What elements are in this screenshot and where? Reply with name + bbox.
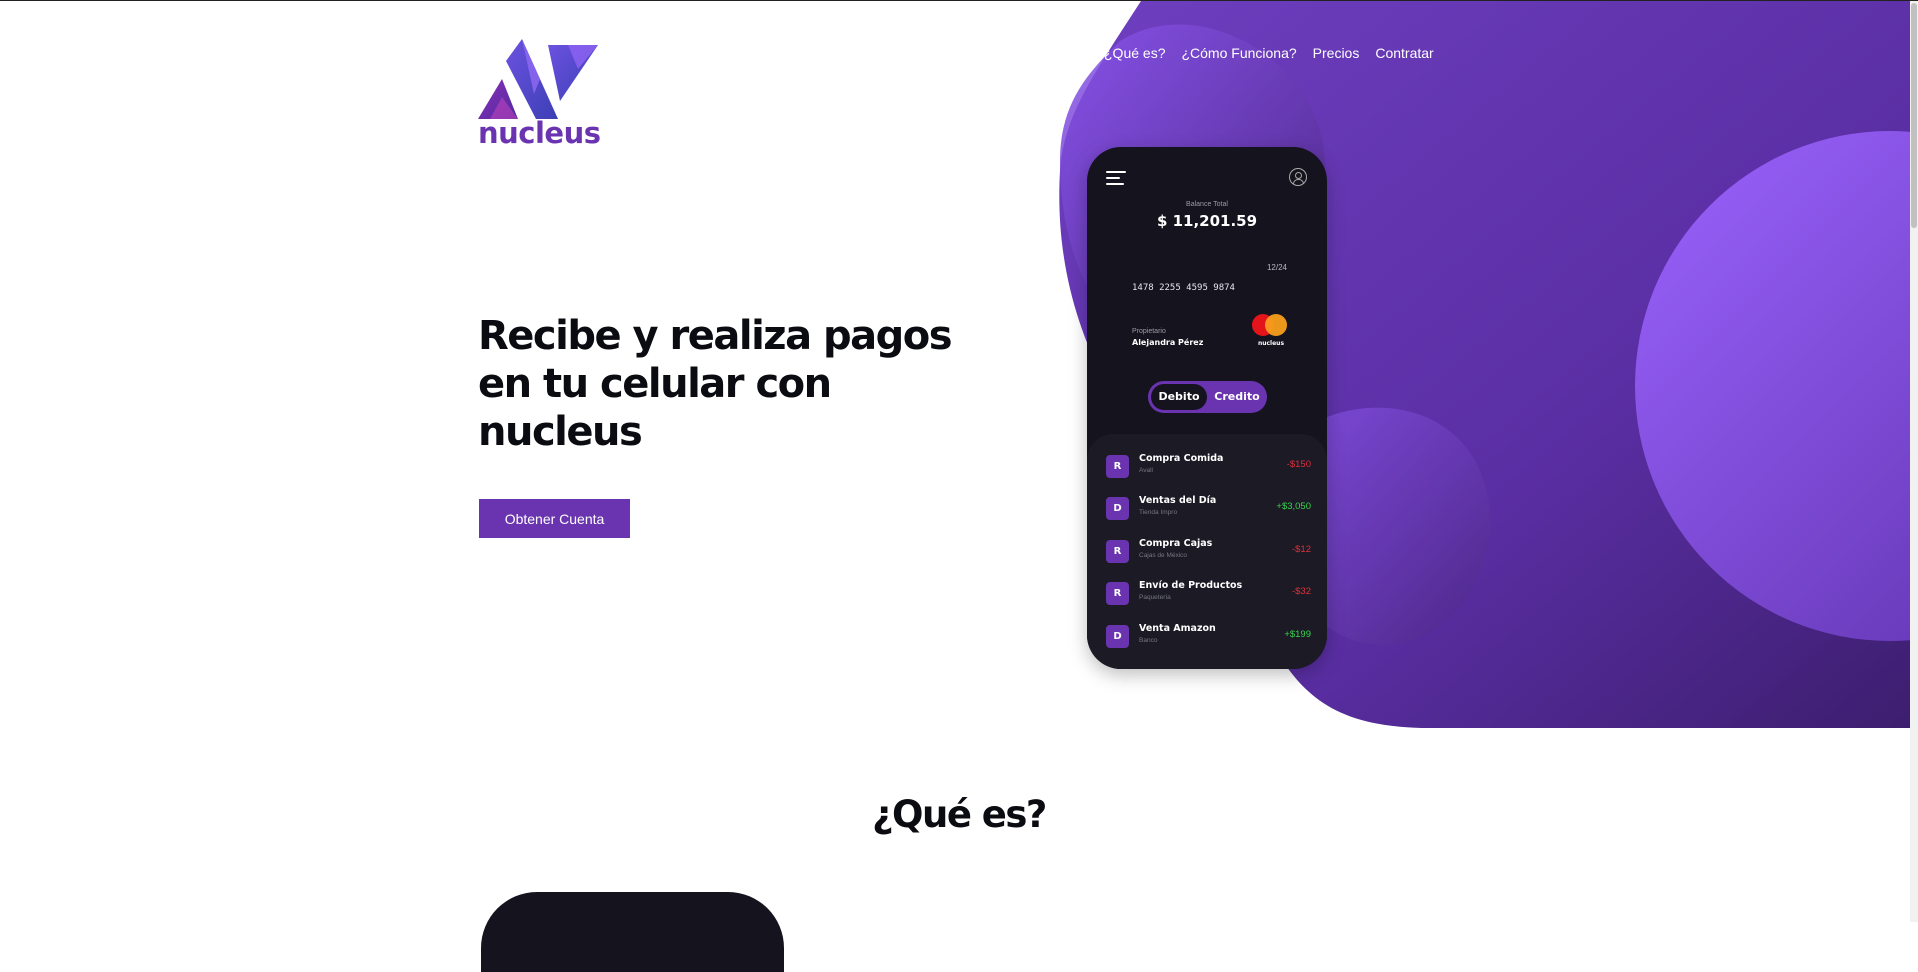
transaction-amount: -$150 (1286, 459, 1311, 470)
nav-item-precios[interactable]: Precios (1313, 45, 1360, 61)
bottom-device-preview (481, 892, 784, 972)
card-owner-label: Propietario (1132, 328, 1166, 335)
brand-logo[interactable]: nucleus (478, 39, 602, 151)
transaction-badge: R (1106, 582, 1129, 605)
transaction-title: Envío de Productos (1139, 580, 1243, 591)
card-expiry: 12/24 (1266, 263, 1287, 272)
main-nav: ¿Qué es? ¿Cómo Funciona? Precios Contrat… (1104, 45, 1434, 61)
hero-headline: Recibe y realiza pagos en tu celular con… (478, 313, 953, 455)
scrollbar-thumb[interactable] (1911, 3, 1917, 228)
nav-item-contratar[interactable]: Contratar (1375, 45, 1433, 61)
transaction-badge: R (1106, 455, 1129, 478)
transaction-amount: +$199 (1284, 629, 1311, 640)
get-account-button[interactable]: Obtener Cuenta (479, 499, 630, 538)
transaction-subtitle: Banco (1139, 637, 1158, 644)
transaction-subtitle: Tienda Impro (1139, 509, 1178, 516)
card-number: 1478 2255 4595 9874 (1132, 283, 1235, 293)
toggle-credito[interactable]: Credito (1210, 384, 1264, 410)
card-owner-name: Alejandra Pérez (1132, 338, 1204, 347)
balance-value: $ 11,201.59 (1156, 212, 1258, 230)
transaction-subtitle: Avall (1139, 467, 1153, 474)
mastercard-icon (1252, 314, 1287, 336)
transaction-item[interactable]: R Compra Comida Avall -$150 (1106, 453, 1311, 479)
nav-item-que-es[interactable]: ¿Qué es? (1104, 45, 1165, 61)
transaction-item[interactable]: D Ventas del Día Tienda Impro +$3,050 (1106, 495, 1311, 521)
hero-background (1059, 1, 1918, 728)
transaction-title: Venta Amazon (1139, 623, 1216, 634)
logo-icon (478, 39, 598, 119)
transaction-item[interactable]: D Venta Amazon Banco +$199 (1106, 623, 1311, 649)
toggle-debito[interactable]: Debito (1151, 384, 1207, 410)
user-icon[interactable] (1289, 168, 1307, 186)
transaction-subtitle: Cajas de México (1139, 552, 1188, 559)
section-title-que-es: ¿Qué es? (872, 793, 1047, 836)
transaction-subtitle: Paquetería (1139, 594, 1171, 601)
transaction-badge: D (1106, 497, 1129, 520)
transaction-amount: -$32 (1291, 586, 1311, 597)
transaction-badge: R (1106, 540, 1129, 563)
transaction-amount: +$3,050 (1276, 501, 1311, 512)
nav-item-como-funciona[interactable]: ¿Cómo Funciona? (1181, 45, 1296, 61)
transaction-badge: D (1106, 625, 1129, 648)
transaction-title: Ventas del Día (1139, 495, 1217, 506)
menu-icon[interactable] (1106, 171, 1126, 189)
card-brand: nucleus (1257, 340, 1285, 347)
debit-credit-toggle[interactable]: Debito Credito (1148, 381, 1267, 413)
scrollbar[interactable] (1910, 1, 1918, 922)
transaction-title: Compra Comida (1139, 453, 1224, 464)
logo-wordmark: nucleus (478, 116, 601, 150)
balance-label: Balance Total (1186, 201, 1228, 208)
transaction-amount: -$12 (1291, 544, 1311, 555)
transaction-title: Compra Cajas (1139, 538, 1213, 549)
transaction-item[interactable]: R Compra Cajas Cajas de México -$12 (1106, 538, 1311, 564)
phone-mockup: Balance Total $ 11,201.59 12/24 1478 225… (1087, 147, 1327, 669)
transaction-item[interactable]: R Envío de Productos Paquetería -$32 (1106, 580, 1311, 606)
transactions-panel: R Compra Comida Avall -$150 D Ventas del… (1087, 434, 1327, 669)
